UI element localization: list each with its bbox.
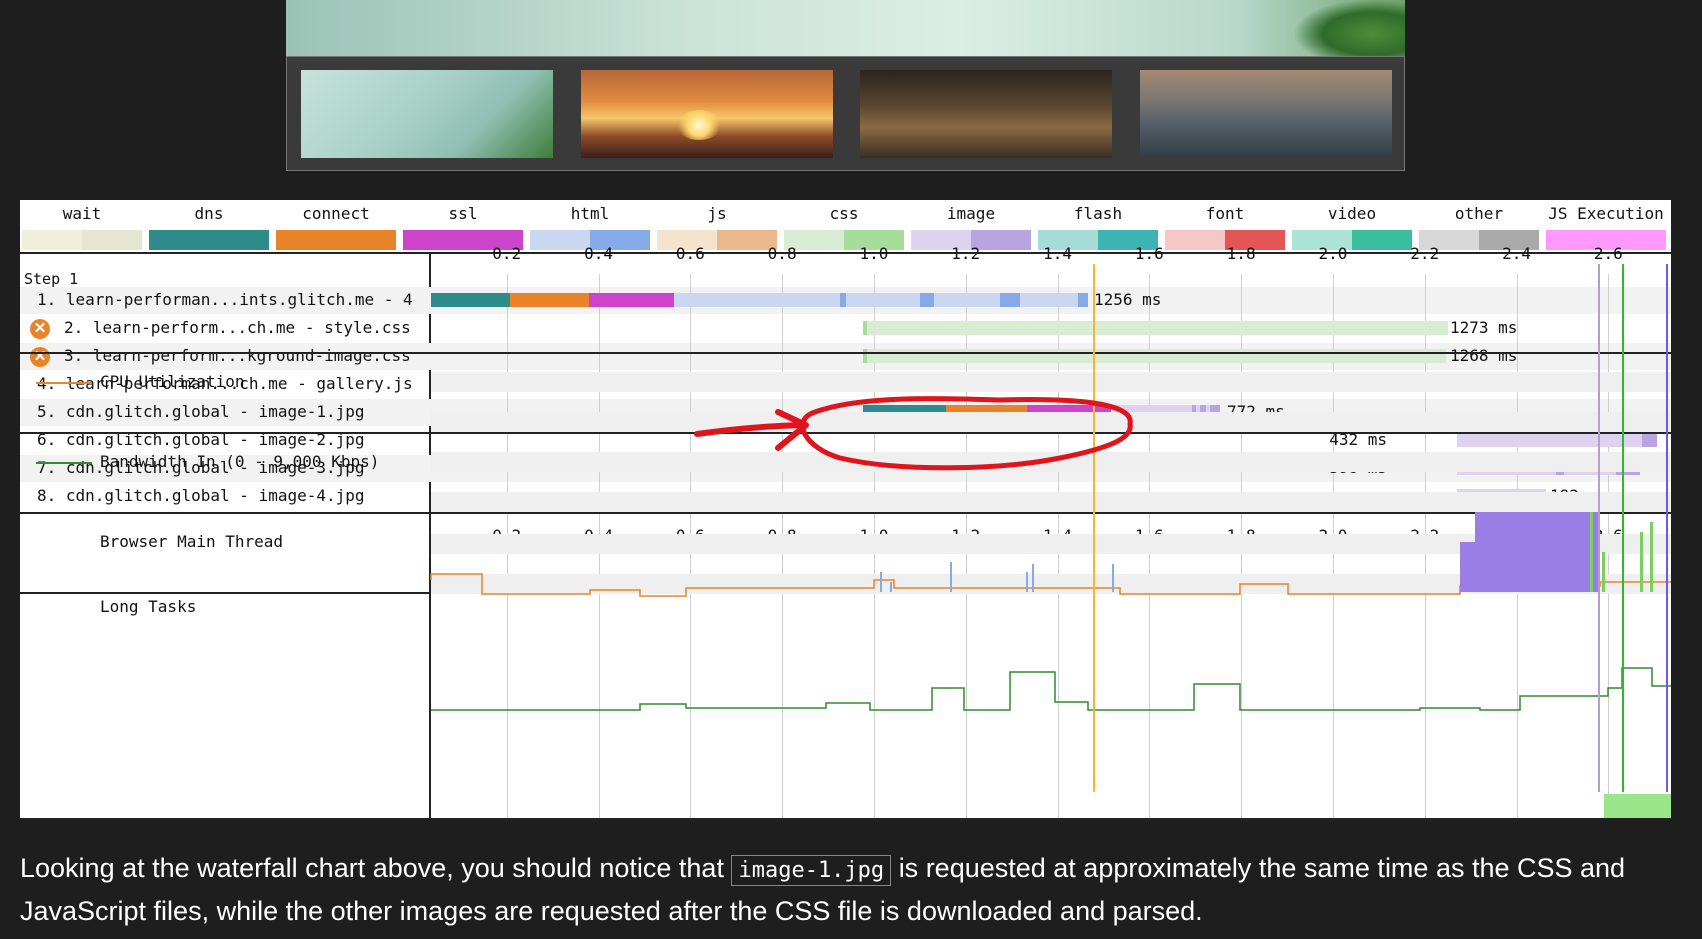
annotation-arrow (694, 409, 809, 451)
annotation-overlay (694, 396, 1133, 471)
explanation-paragraph: Looking at the waterfall chart above, yo… (20, 848, 1680, 932)
annotation-circle (800, 396, 1133, 471)
inline-code: image-1.jpg (731, 855, 892, 886)
paragraph-text-before: Looking at the waterfall chart above, yo… (20, 853, 724, 883)
